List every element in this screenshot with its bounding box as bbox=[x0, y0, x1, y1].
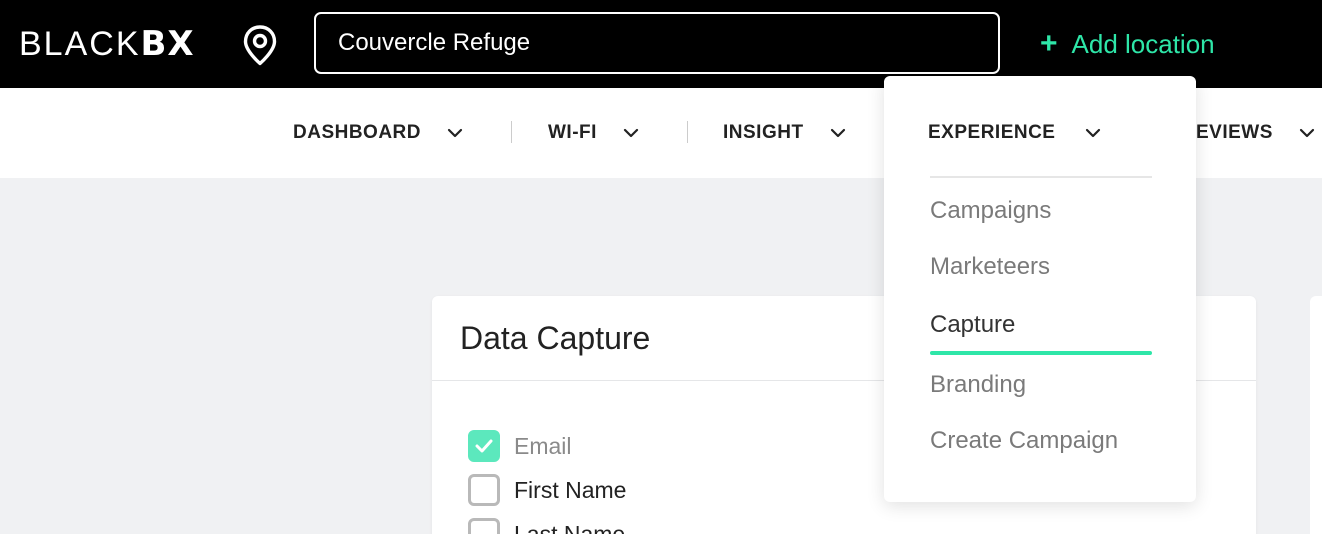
chevron-down-icon bbox=[830, 128, 845, 138]
nav-dashboard[interactable]: DASHBOARD bbox=[293, 88, 463, 178]
nav-reviews-label: EVIEWS bbox=[1196, 122, 1273, 143]
menu-item-marketeers[interactable]: Marketeers bbox=[930, 249, 1050, 285]
brand-logo[interactable]: BLACKBX bbox=[19, 24, 195, 64]
menu-item-capture[interactable]: Capture bbox=[930, 307, 1015, 343]
field-email: Email bbox=[468, 430, 572, 462]
nav-dashboard-label: DASHBOARD bbox=[293, 122, 421, 143]
menu-item-branding[interactable]: Branding bbox=[930, 367, 1026, 403]
add-location-label: Add location bbox=[1071, 28, 1215, 59]
nav-separator bbox=[687, 121, 688, 143]
field-label: Email bbox=[514, 432, 572, 459]
check-icon bbox=[475, 439, 493, 453]
chevron-down-icon bbox=[623, 128, 639, 138]
active-item-underline bbox=[930, 351, 1152, 355]
menu-item-campaigns[interactable]: Campaigns bbox=[930, 193, 1051, 229]
dropdown-divider bbox=[930, 176, 1152, 178]
add-location-button[interactable]: + Add location bbox=[1040, 24, 1215, 64]
location-pin-icon[interactable] bbox=[241, 24, 279, 66]
logo-bold-text: BX bbox=[140, 24, 195, 64]
menu-item-create-campaign[interactable]: Create Campaign bbox=[930, 423, 1118, 459]
field-label: First Name bbox=[514, 476, 627, 503]
nav-insight-label: INSIGHT bbox=[723, 122, 804, 143]
nav-separator bbox=[511, 121, 512, 143]
experience-dropdown-menu: EXPERIENCE Campaigns Marketeers Capture … bbox=[884, 76, 1196, 502]
logo-light-text: BLACK bbox=[19, 25, 141, 63]
last-name-checkbox[interactable] bbox=[468, 518, 500, 534]
field-last-name: Last Name bbox=[468, 518, 625, 534]
nav-experience-label: EXPERIENCE bbox=[928, 122, 1056, 143]
chevron-down-icon bbox=[1086, 128, 1101, 138]
nav-insight[interactable]: INSIGHT bbox=[723, 88, 846, 178]
first-name-checkbox[interactable] bbox=[468, 474, 500, 506]
nav-reviews[interactable]: EVIEWS bbox=[1196, 88, 1315, 178]
nav-wifi-label: WI-FI bbox=[548, 122, 597, 143]
email-checkbox[interactable] bbox=[468, 430, 500, 462]
chevron-down-icon bbox=[1299, 128, 1315, 138]
chevron-down-icon bbox=[447, 128, 463, 138]
location-search-input[interactable] bbox=[314, 12, 1000, 74]
secondary-card bbox=[1310, 296, 1322, 534]
field-label: Last Name bbox=[514, 520, 626, 534]
card-title: Data Capture bbox=[460, 320, 651, 356]
nav-wifi[interactable]: WI-FI bbox=[548, 88, 639, 178]
nav-experience[interactable]: EXPERIENCE bbox=[928, 113, 1101, 153]
plus-icon: + bbox=[1040, 27, 1058, 60]
field-first-name: First Name bbox=[468, 474, 626, 506]
top-bar: BLACKBX + Add location bbox=[0, 0, 1322, 88]
